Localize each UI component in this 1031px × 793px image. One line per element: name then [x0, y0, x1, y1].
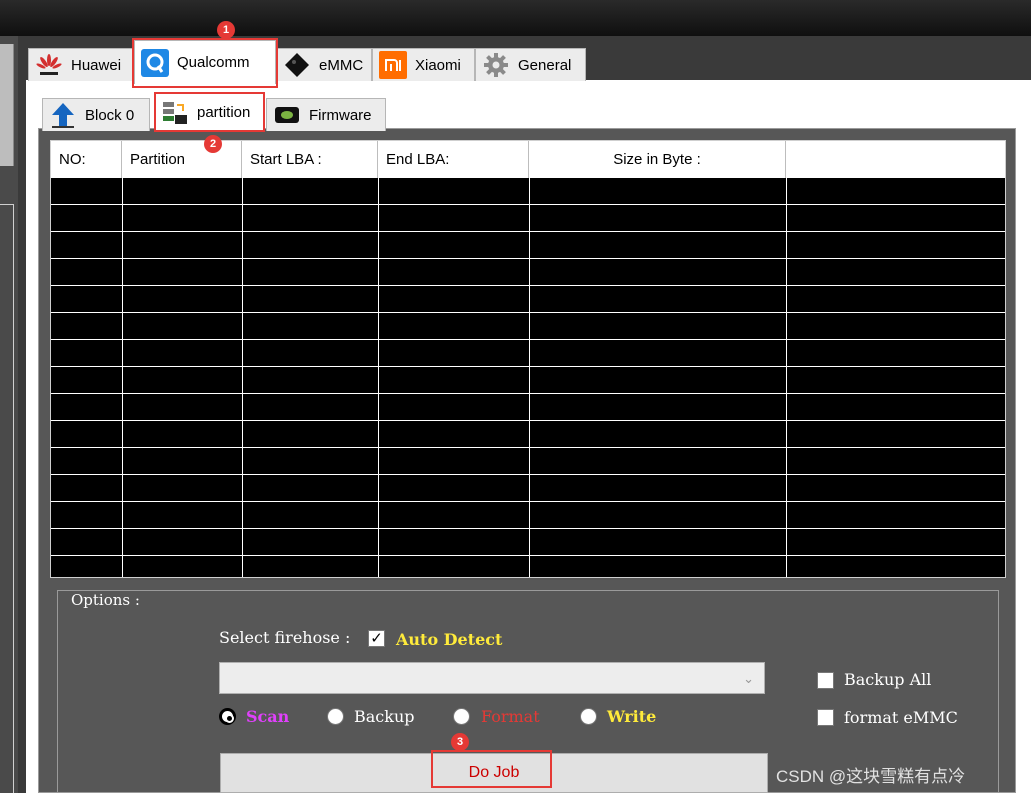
tab-qualcomm-label: Qualcomm [177, 54, 250, 71]
left-panel-block [0, 44, 14, 166]
col-size[interactable]: Size in Byte : [529, 141, 786, 178]
annotation-badge-1: 1 [217, 21, 235, 39]
left-panel-frame [0, 204, 14, 793]
partition-table[interactable]: NO: Partition Start LBA : End LBA: Size … [50, 140, 1006, 578]
xiaomi-logo-icon [379, 51, 407, 79]
backup-all-checkbox[interactable] [817, 672, 834, 689]
table-row[interactable] [51, 178, 1005, 205]
format-label[interactable]: Format [481, 707, 540, 726]
write-label[interactable]: Write [607, 707, 656, 726]
left-side-panel [0, 36, 18, 793]
table-row[interactable] [51, 502, 1005, 529]
auto-detect-checkbox[interactable]: ✓ [368, 630, 385, 647]
chevron-down-icon[interactable]: ⌄ [743, 671, 754, 687]
upload-arrow-icon [49, 101, 77, 129]
do-job-button[interactable]: Do Job [220, 753, 768, 793]
tab-emmc-label: eMMC [319, 56, 364, 74]
col-start-lba[interactable]: Start LBA : [242, 141, 378, 178]
tab-block0[interactable]: Block 0 [42, 98, 150, 131]
tab-partition[interactable]: partition [154, 92, 264, 132]
table-row[interactable] [51, 421, 1005, 448]
format-emmc-checkbox[interactable] [817, 709, 834, 726]
col-partition[interactable]: Partition [122, 141, 242, 178]
tab-firmware-label: Firmware [309, 106, 372, 124]
table-row[interactable] [51, 286, 1005, 313]
table-row[interactable] [51, 367, 1005, 394]
tab-huawei-label: Huawei [71, 56, 122, 74]
tab-xiaomi-label: Xiaomi [415, 56, 461, 74]
table-row[interactable] [51, 340, 1005, 367]
tab-partition-label: partition [197, 104, 251, 121]
window-titlebar [0, 0, 1031, 36]
firmware-chip-icon [273, 101, 301, 129]
tab-general[interactable]: General [475, 48, 586, 81]
tab-firmware[interactable]: Firmware [266, 98, 386, 131]
options-legend: Options : [67, 591, 144, 609]
qualcomm-logo-icon [141, 48, 169, 77]
watermark-text: CSDN @这块雪糕有点冷 [776, 767, 966, 786]
tab-general-label: General [518, 56, 572, 74]
col-no[interactable]: NO: [51, 141, 122, 178]
format-emmc-label[interactable]: format eMMC [844, 708, 958, 727]
tab-qualcomm[interactable]: Qualcomm [134, 40, 276, 84]
do-job-label: Do Job [468, 764, 520, 781]
table-header: NO: Partition Start LBA : End LBA: Size … [51, 141, 1005, 178]
table-row[interactable] [51, 448, 1005, 475]
select-firehose-label: Select firehose : [219, 628, 351, 647]
scan-radio[interactable] [219, 708, 236, 725]
backup-all-label[interactable]: Backup All [844, 670, 931, 689]
format-radio[interactable] [453, 708, 470, 725]
table-row[interactable] [51, 313, 1005, 340]
table-row[interactable] [51, 394, 1005, 421]
table-row[interactable] [51, 529, 1005, 556]
annotation-badge-3: 3 [451, 733, 469, 751]
huawei-logo-icon [35, 51, 63, 79]
annotation-badge-2: 2 [204, 135, 222, 153]
col-extra[interactable] [786, 141, 1005, 178]
table-row[interactable] [51, 259, 1005, 286]
auto-detect-label[interactable]: Auto Detect [396, 630, 502, 649]
gear-icon [482, 51, 510, 79]
write-radio[interactable] [580, 708, 597, 725]
table-row[interactable] [51, 232, 1005, 259]
scan-label[interactable]: Scan [246, 707, 289, 726]
table-row[interactable] [51, 475, 1005, 502]
tab-huawei[interactable]: Huawei [28, 48, 134, 81]
firehose-select[interactable]: ⌄ [219, 662, 765, 694]
partition-icon [161, 99, 189, 127]
emmc-chip-icon [283, 51, 311, 79]
backup-label[interactable]: Backup [354, 707, 415, 726]
tab-block0-label: Block 0 [85, 106, 135, 124]
tab-xiaomi[interactable]: Xiaomi [372, 48, 475, 81]
tab-emmc[interactable]: eMMC [276, 48, 372, 81]
backup-radio[interactable] [327, 708, 344, 725]
table-row[interactable] [51, 205, 1005, 232]
col-end-lba[interactable]: End LBA: [378, 141, 529, 178]
